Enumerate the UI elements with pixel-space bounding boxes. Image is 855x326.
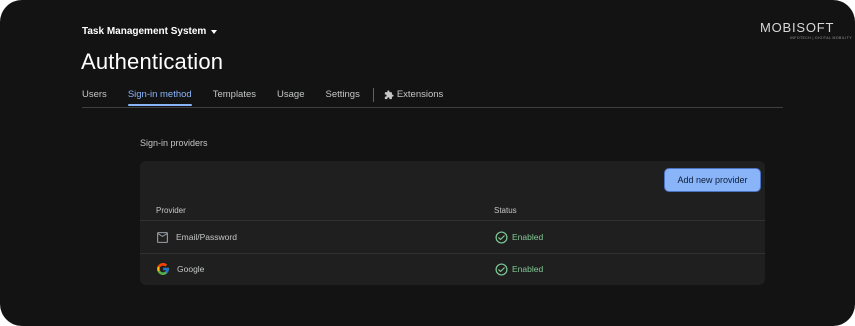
provider-name: Email/Password bbox=[176, 232, 237, 242]
status-cell: Enabled bbox=[495, 221, 543, 253]
tab-bar: Users Sign-in method Templates Usage Set… bbox=[82, 88, 464, 107]
status-text: Enabled bbox=[512, 264, 544, 274]
column-header-provider: Provider bbox=[156, 206, 186, 215]
email-icon bbox=[156, 231, 169, 243]
project-selector[interactable]: Task Management System bbox=[82, 26, 218, 37]
console-panel: Task Management System Authentication MO… bbox=[0, 0, 855, 326]
project-name: Task Management System bbox=[82, 26, 207, 37]
page-frame: Task Management System Authentication MO… bbox=[0, 0, 855, 326]
tabs-divider-line bbox=[82, 107, 783, 108]
column-header-status: Status bbox=[494, 206, 517, 215]
extension-icon bbox=[384, 89, 394, 100]
tab-usage[interactable]: Usage bbox=[277, 88, 304, 100]
google-icon bbox=[156, 262, 170, 276]
section-title: Sign-in providers bbox=[140, 138, 208, 148]
provider-name: Google bbox=[177, 264, 205, 274]
status-text: Enabled bbox=[512, 232, 544, 242]
provider-cell: Google bbox=[156, 253, 204, 285]
tab-divider bbox=[372, 88, 374, 102]
logo-subtext: INFOTECH | DIGITAL MOBILITY bbox=[790, 36, 853, 40]
logo-text: MOBISOFT bbox=[760, 20, 835, 35]
chevron-down-icon bbox=[211, 30, 218, 34]
tab-settings[interactable]: Settings bbox=[326, 88, 360, 100]
table-header: Provider Status bbox=[140, 202, 765, 221]
page-title: Authentication bbox=[81, 49, 224, 74]
provider-cell: Email/Password bbox=[156, 221, 237, 253]
status-cell: Enabled bbox=[495, 253, 543, 285]
tab-templates[interactable]: Templates bbox=[213, 88, 256, 100]
check-circle-icon bbox=[495, 262, 508, 276]
tab-users[interactable]: Users bbox=[82, 88, 107, 100]
providers-card: Add new provider Provider Status Email/P… bbox=[140, 161, 765, 285]
add-new-provider-button[interactable]: Add new provider bbox=[664, 168, 761, 192]
table-row[interactable]: Email/Password Enabled bbox=[140, 221, 765, 254]
check-circle-icon bbox=[495, 230, 508, 244]
tab-extensions-label: Extensions bbox=[396, 89, 444, 100]
table-row[interactable]: Google Enabled bbox=[140, 253, 765, 285]
tab-sign-in-method[interactable]: Sign-in method bbox=[127, 88, 192, 106]
brand-logo: MOBISOFT INFOTECH | DIGITAL MOBILITY bbox=[760, 20, 853, 43]
tab-extensions[interactable]: Extensions bbox=[384, 88, 443, 100]
